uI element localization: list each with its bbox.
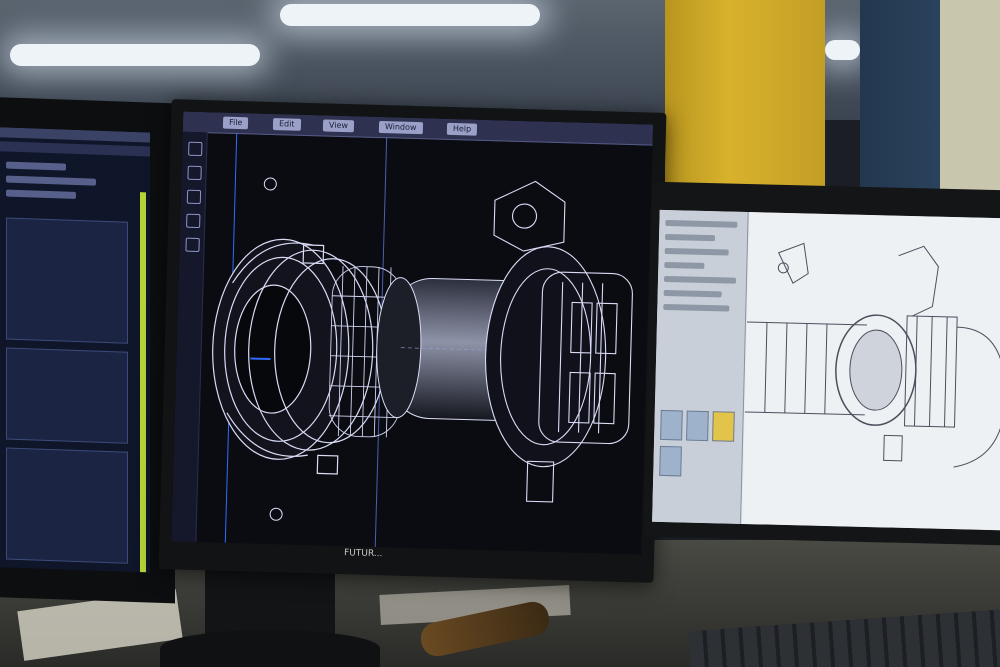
- layer-icon[interactable]: [185, 237, 200, 253]
- thumbnail[interactable]: [660, 409, 683, 441]
- origin-marker: [269, 507, 283, 521]
- thumbnail[interactable]: [712, 411, 735, 442]
- origin-marker: [263, 177, 277, 191]
- yellow-pillar: [665, 0, 825, 200]
- menu-bar: [0, 141, 150, 157]
- window-titlebar: [0, 127, 150, 143]
- list-item[interactable]: [663, 289, 722, 298]
- tab-help[interactable]: Help: [446, 122, 478, 136]
- list-item[interactable]: [663, 275, 737, 284]
- drawing-canvas[interactable]: [742, 212, 1000, 531]
- list-item[interactable]: [664, 233, 716, 242]
- list-item[interactable]: [664, 247, 729, 256]
- ceiling-light: [10, 44, 260, 66]
- ceiling-light: [825, 40, 860, 60]
- thumbnail[interactable]: [686, 410, 709, 442]
- right-monitor: [643, 181, 1000, 546]
- tab-edit[interactable]: Edit: [272, 118, 301, 131]
- ceiling-light: [280, 4, 540, 26]
- workstation-scene: File Edit View Window Help FUTUR...: [0, 0, 1000, 667]
- cad-viewport[interactable]: [195, 132, 652, 554]
- cad-screen: File Edit View Window Help: [171, 111, 654, 555]
- left-monitor: [0, 96, 175, 604]
- list-item[interactable]: [664, 261, 705, 269]
- tab-view[interactable]: View: [322, 119, 355, 133]
- center-monitor: File Edit View Window Help FUTUR...: [158, 99, 667, 583]
- monitor-brand-label: FUTUR...: [343, 548, 383, 560]
- list-item[interactable]: [665, 219, 738, 228]
- list-item: [6, 189, 76, 199]
- data-panel: [6, 447, 128, 564]
- gearbox-assembly: [485, 180, 633, 503]
- tab-file[interactable]: File: [222, 116, 249, 130]
- move-tool-icon[interactable]: [187, 165, 202, 181]
- monitor-stand-base: [160, 630, 380, 667]
- tab-window[interactable]: Window: [378, 120, 423, 135]
- data-panel: [6, 217, 128, 344]
- control-panel-cabinet: [940, 0, 1000, 200]
- rotate-tool-icon[interactable]: [186, 189, 202, 205]
- right-monitor-screen: [652, 209, 1000, 531]
- data-panel: [6, 347, 128, 444]
- list-item: [6, 175, 96, 186]
- thumbnail[interactable]: [659, 445, 682, 477]
- list-item: [6, 161, 66, 171]
- list-item[interactable]: [663, 303, 730, 312]
- technical-drawing: [744, 242, 1000, 468]
- select-tool-icon[interactable]: [188, 141, 203, 157]
- axis-indicator: [250, 357, 271, 361]
- scrollbar[interactable]: [140, 192, 146, 573]
- measure-tool-icon[interactable]: [186, 213, 201, 229]
- file-sidebar: [652, 209, 749, 524]
- left-monitor-screen: [0, 127, 150, 573]
